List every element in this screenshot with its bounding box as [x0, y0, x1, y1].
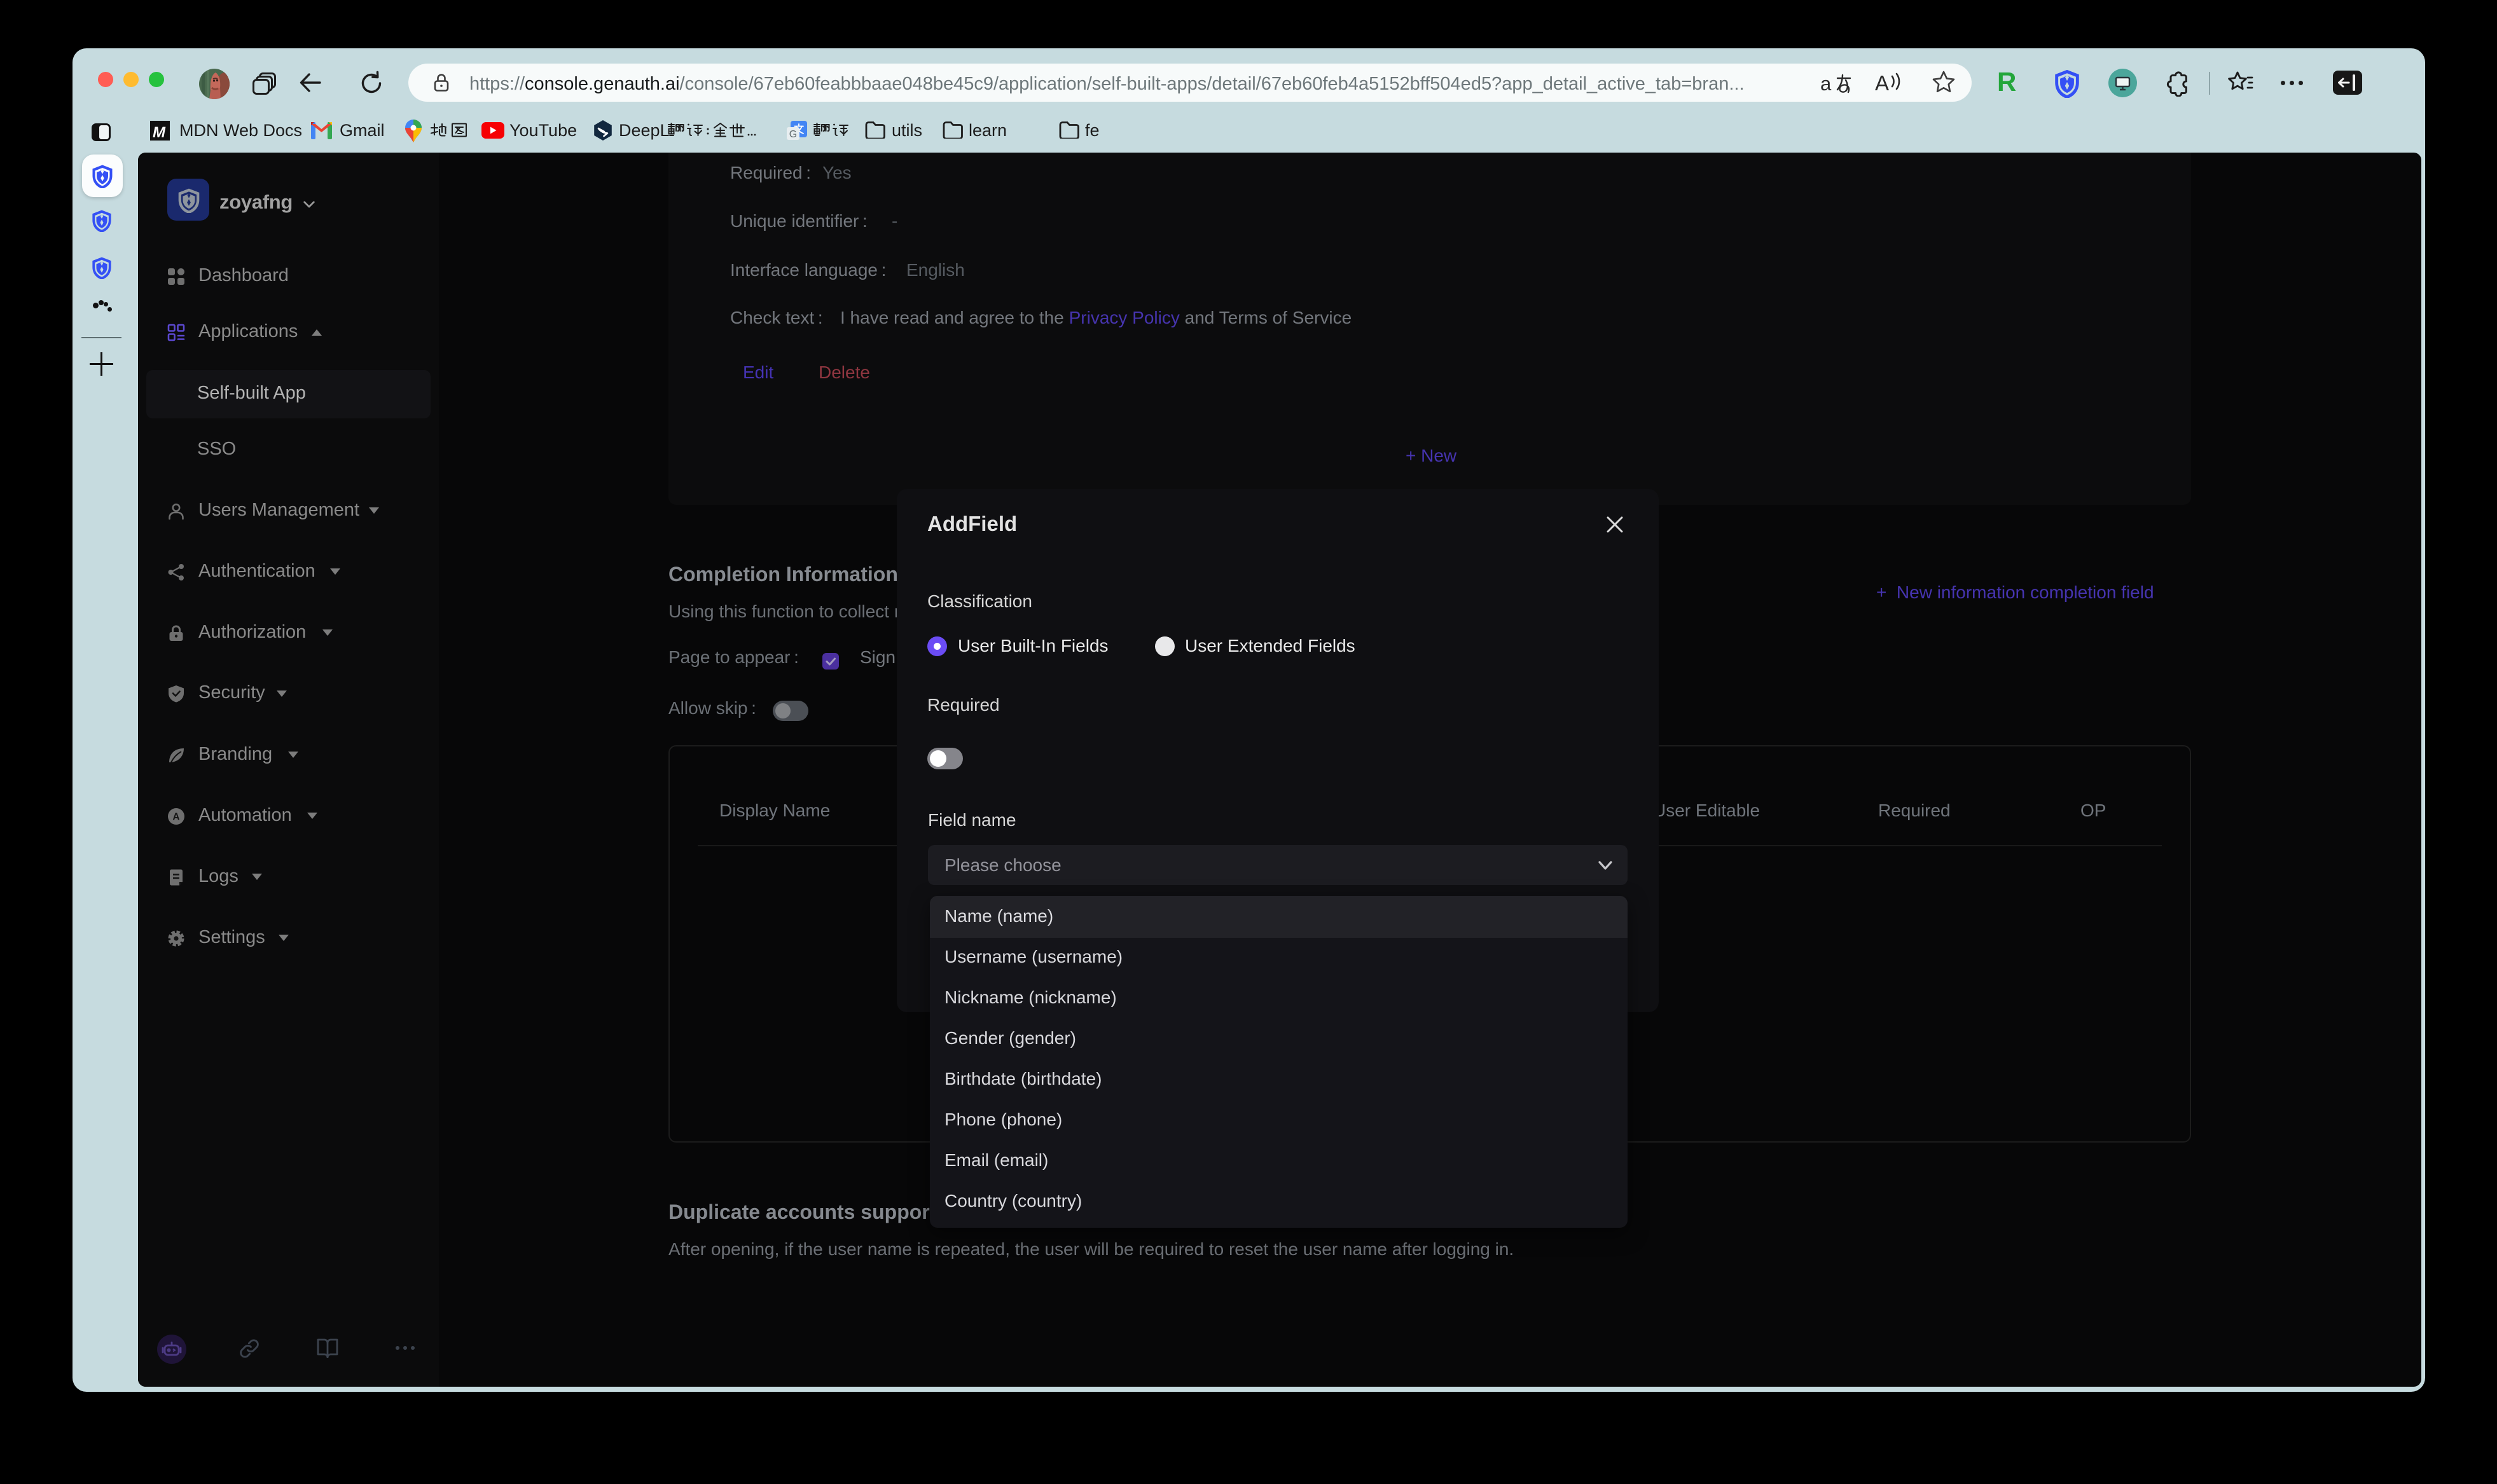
svg-text:A: A — [172, 812, 179, 823]
svg-text:G: G — [789, 129, 797, 140]
